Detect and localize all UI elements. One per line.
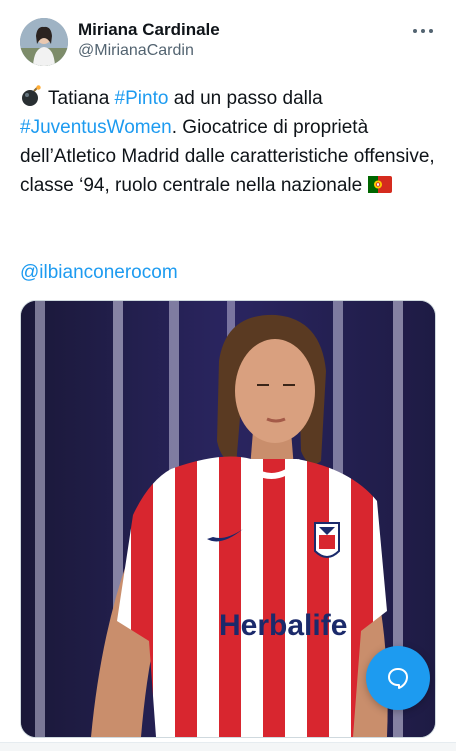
chat-fab-button[interactable] (366, 646, 430, 710)
jersey-sponsor-text: Herbalife (219, 609, 347, 642)
mention-line: @ilbianconerocom (20, 258, 178, 287)
tweet-header: Miriana Cardinale @MirianaCardin (20, 18, 436, 70)
user-handle[interactable]: @MirianaCardin (78, 40, 220, 62)
tweet-body: Tatiana #Pinto ad un passo dalla #Juvent… (20, 84, 436, 200)
tweet-text-2: ad un passo dalla (168, 88, 323, 109)
more-horizontal-icon[interactable] (412, 26, 434, 36)
bomb-emoji-icon (22, 85, 41, 106)
avatar[interactable] (20, 18, 68, 66)
hashtag-pinto[interactable]: #Pinto (115, 88, 169, 109)
mention-ilbianconerocom[interactable]: @ilbianconerocom (20, 262, 178, 283)
tweet-text-1: Tatiana (48, 88, 115, 109)
display-name[interactable]: Miriana Cardinale (78, 20, 220, 40)
profile-photo-icon (20, 18, 68, 66)
chat-bubble-icon (388, 668, 408, 689)
hashtag-juventuswomen[interactable]: #JuventusWomen (20, 117, 172, 138)
portugal-flag-icon (368, 176, 393, 193)
author-names: Miriana Cardinale @MirianaCardin (78, 20, 220, 62)
